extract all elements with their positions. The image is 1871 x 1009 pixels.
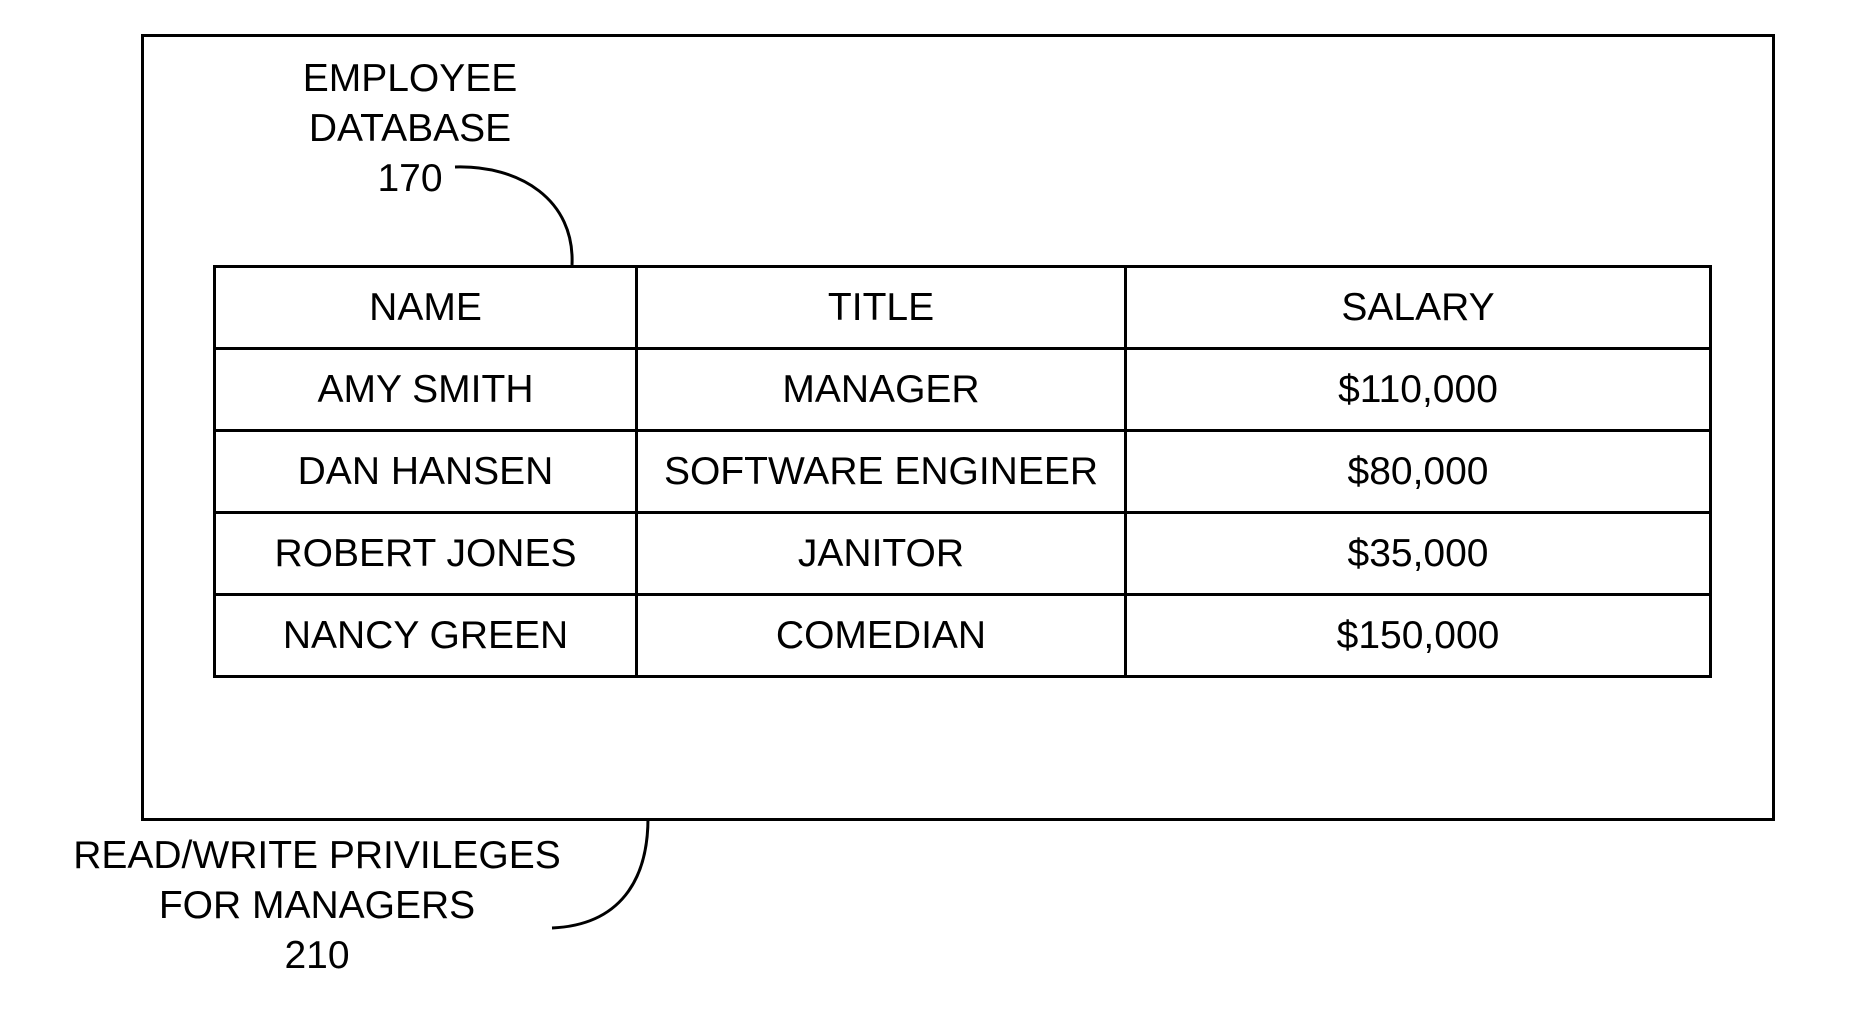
cell-salary: $35,000 xyxy=(1124,511,1712,596)
cell-salary: $80,000 xyxy=(1124,429,1712,514)
cell-name: DAN HANSEN xyxy=(213,429,638,514)
table-header-row: NAME TITLE SALARY xyxy=(213,265,1712,350)
header-name: NAME xyxy=(213,265,638,350)
privileges-label-line2: FOR MANAGERS xyxy=(158,884,476,927)
header-salary: SALARY xyxy=(1124,265,1712,350)
cell-salary: $110,000 xyxy=(1124,347,1712,432)
cell-name: ROBERT JONES xyxy=(213,511,638,596)
header-title: TITLE xyxy=(635,265,1127,350)
cell-title: SOFTWARE ENGINEER xyxy=(635,429,1127,514)
cell-salary: $150,000 xyxy=(1124,593,1712,678)
cell-name: AMY SMITH xyxy=(213,347,638,432)
cell-name: NANCY GREEN xyxy=(213,593,638,678)
cell-title: MANAGER xyxy=(635,347,1127,432)
employee-database-label: EMPLOYEE DATABASE 170 xyxy=(260,54,560,204)
database-label-line2: DATABASE xyxy=(308,107,512,150)
cell-title: JANITOR xyxy=(635,511,1127,596)
database-label-line1: EMPLOYEE xyxy=(302,57,518,100)
table-row: AMY SMITH MANAGER $110,000 xyxy=(213,347,1712,432)
privileges-label: READ/WRITE PRIVILEGES FOR MANAGERS 210 xyxy=(40,831,594,981)
privileges-label-line1: READ/WRITE PRIVILEGES xyxy=(73,834,561,877)
cell-title: COMEDIAN xyxy=(635,593,1127,678)
employee-table: NAME TITLE SALARY AMY SMITH MANAGER $110… xyxy=(213,265,1712,678)
privileges-ref-number: 210 xyxy=(284,934,350,977)
database-ref-number: 170 xyxy=(377,157,443,200)
table-row: DAN HANSEN SOFTWARE ENGINEER $80,000 xyxy=(213,429,1712,514)
table-row: NANCY GREEN COMEDIAN $150,000 xyxy=(213,593,1712,678)
table-row: ROBERT JONES JANITOR $35,000 xyxy=(213,511,1712,596)
